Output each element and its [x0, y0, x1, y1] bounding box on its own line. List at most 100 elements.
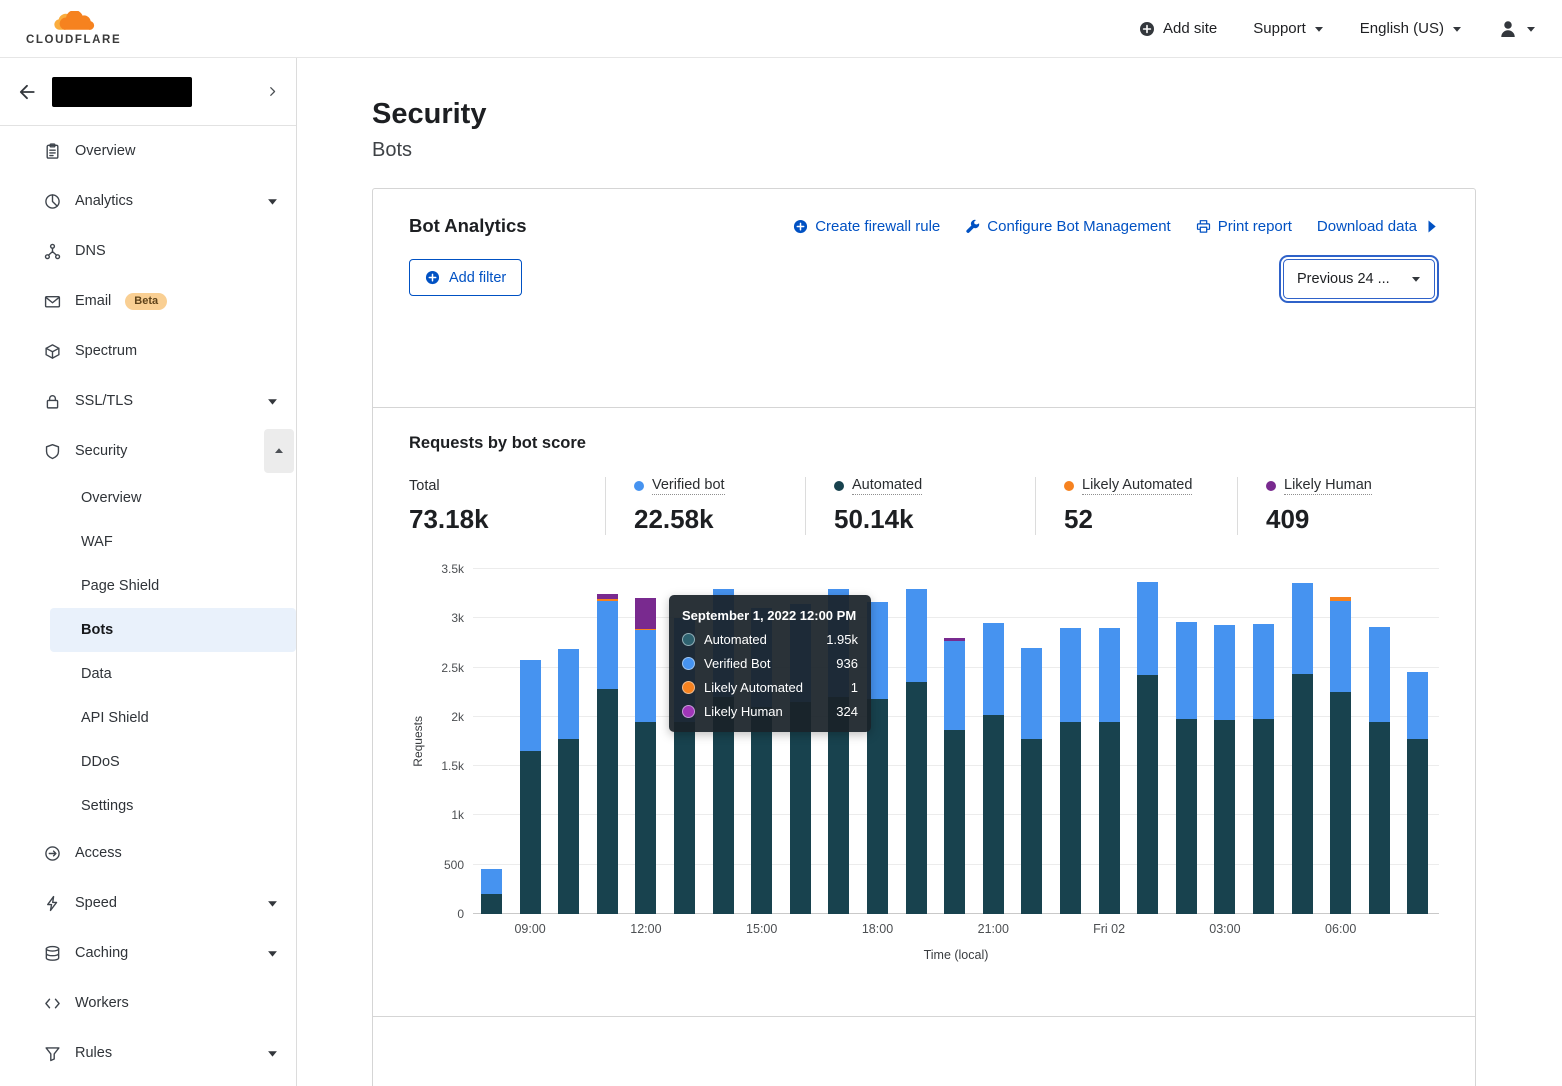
bar-segment [1214, 625, 1235, 720]
add-site-button[interactable]: Add site [1139, 20, 1217, 37]
wrench-icon [965, 219, 980, 234]
account-menu[interactable] [1498, 19, 1536, 39]
sidebar-item-label: Rules [75, 1045, 112, 1061]
configure-bot-management-link[interactable]: Configure Bot Management [965, 218, 1170, 235]
tooltip-row: Likely Human324 [682, 704, 858, 719]
chart-bar[interactable] [1292, 583, 1313, 914]
tooltip-row-label: Likely Automated [704, 680, 803, 695]
language-label: English (US) [1360, 20, 1444, 37]
support-label: Support [1253, 20, 1306, 37]
bar-segment [1292, 583, 1313, 674]
create-firewall-rule-link[interactable]: Create firewall rule [793, 218, 940, 235]
sidebar-item-data[interactable]: Data [0, 652, 296, 696]
sidebar-item-ddos[interactable]: DDoS [0, 740, 296, 784]
chart-bar[interactable] [558, 649, 579, 914]
sidebar-item-bots[interactable]: Bots [50, 608, 296, 652]
bar-segment [867, 699, 888, 914]
bar-segment [481, 869, 502, 894]
tooltip-row-value: 1.95k [826, 632, 858, 647]
chart-bar[interactable] [1176, 622, 1197, 914]
section-collapse-handle[interactable] [264, 429, 294, 473]
sidebar-item-access[interactable]: Access [0, 828, 296, 878]
bar-segment [983, 715, 1004, 914]
chart-bar[interactable] [1253, 624, 1274, 914]
download-data-link[interactable]: Download data [1317, 218, 1439, 235]
next-card-section [373, 1016, 1475, 1086]
chevron-down-icon[interactable] [267, 1048, 278, 1059]
chart-bar[interactable] [906, 589, 927, 914]
bar-segment [635, 598, 656, 630]
chart-bar[interactable] [1407, 672, 1428, 914]
sidebar-item-security-overview[interactable]: Overview [0, 476, 296, 520]
sidebar-item-waf[interactable]: WAF [0, 520, 296, 564]
sidebar-item-label: Email [75, 293, 111, 309]
chart-bar[interactable] [597, 594, 618, 914]
print-report-link[interactable]: Print report [1196, 218, 1292, 235]
chevron-down-icon[interactable] [267, 196, 278, 207]
chart-bar[interactable] [1369, 627, 1390, 914]
sidebar-item-spectrum[interactable]: Spectrum [0, 326, 296, 376]
chart-bar[interactable] [1330, 597, 1351, 914]
chart-bar[interactable] [520, 660, 541, 914]
chart-bar[interactable] [1137, 582, 1158, 914]
sidebar-item-api-shield[interactable]: API Shield [0, 696, 296, 740]
chart-bar[interactable] [1060, 628, 1081, 914]
sidebar: OverviewAnalyticsDNSEmailBetaSpectrumSSL… [0, 58, 297, 1086]
stat-label-row: Verified bot [634, 477, 777, 495]
access-icon [44, 845, 61, 862]
tooltip-row-label: Verified Bot [704, 656, 771, 671]
sidebar-item-caching[interactable]: Caching [0, 928, 296, 978]
sidebar-item-analytics[interactable]: Analytics [0, 176, 296, 226]
bar-segment [1369, 627, 1390, 722]
sidebar-item-dns[interactable]: DNS [0, 226, 296, 276]
shield-icon [44, 443, 61, 460]
language-menu[interactable]: English (US) [1360, 20, 1462, 37]
sidebar-item-ssl-tls[interactable]: SSL/TLS [0, 376, 296, 426]
chart-bar[interactable] [1099, 628, 1120, 914]
x-axis-title: Time (local) [473, 948, 1439, 962]
sidebar-item-page-shield[interactable]: Page Shield [0, 564, 296, 608]
plus-circle-icon [793, 219, 808, 234]
sidebar-item-email[interactable]: EmailBeta [0, 276, 296, 326]
chart-bar[interactable] [481, 869, 502, 914]
support-menu[interactable]: Support [1253, 20, 1324, 37]
x-tick-label: 21:00 [978, 922, 1009, 936]
bar-segment [944, 641, 965, 730]
sidebar-subitem-label: Page Shield [81, 578, 159, 594]
sidebar-item-overview[interactable]: Overview [0, 126, 296, 176]
database-icon [44, 945, 61, 962]
add-filter-button[interactable]: Add filter [409, 259, 522, 296]
bar-segment [1099, 628, 1120, 722]
chart-bar[interactable] [1214, 625, 1235, 914]
stat-value: 52 [1064, 504, 1209, 535]
time-range-select[interactable]: Previous 24 ... [1283, 259, 1435, 299]
tooltip-row: Verified Bot936 [682, 656, 858, 671]
bar-segment [1407, 672, 1428, 739]
chevron-down-icon[interactable] [267, 396, 278, 407]
y-tick-label: 2k [451, 710, 464, 724]
y-tick-label: 3.5k [441, 562, 464, 576]
chart-bar[interactable] [944, 638, 965, 914]
stat-verified-bot: Verified bot22.58k [605, 477, 805, 535]
cloudflare-logo[interactable]: CLOUDFLARE [26, 11, 121, 46]
bot-score-stats: Total73.18kVerified bot22.58kAutomated50… [409, 477, 1439, 535]
sidebar-item-label: Workers [75, 995, 129, 1011]
bar-segment [1253, 624, 1274, 719]
chevron-down-icon[interactable] [267, 898, 278, 909]
chart-bar[interactable] [983, 623, 1004, 914]
sidebar-item-rules[interactable]: Rules [0, 1028, 296, 1078]
sidebar-item-speed[interactable]: Speed [0, 878, 296, 928]
back-arrow-icon[interactable] [18, 83, 36, 101]
bar-segment [1176, 622, 1197, 719]
sidebar-item-security[interactable]: Security [0, 426, 296, 476]
stat-likely-automated: Likely Automated52 [1035, 477, 1237, 535]
y-tick-label: 2.5k [441, 661, 464, 675]
chevron-down-icon[interactable] [267, 948, 278, 959]
chevron-right-icon[interactable] [267, 86, 278, 97]
sidebar-item-label: DNS [75, 243, 106, 259]
chart-bar[interactable] [635, 598, 656, 914]
sidebar-item-workers[interactable]: Workers [0, 978, 296, 1028]
chart-bar[interactable] [1021, 648, 1042, 914]
sidebar-item-settings[interactable]: Settings [0, 784, 296, 828]
stat-value: 73.18k [409, 504, 577, 535]
